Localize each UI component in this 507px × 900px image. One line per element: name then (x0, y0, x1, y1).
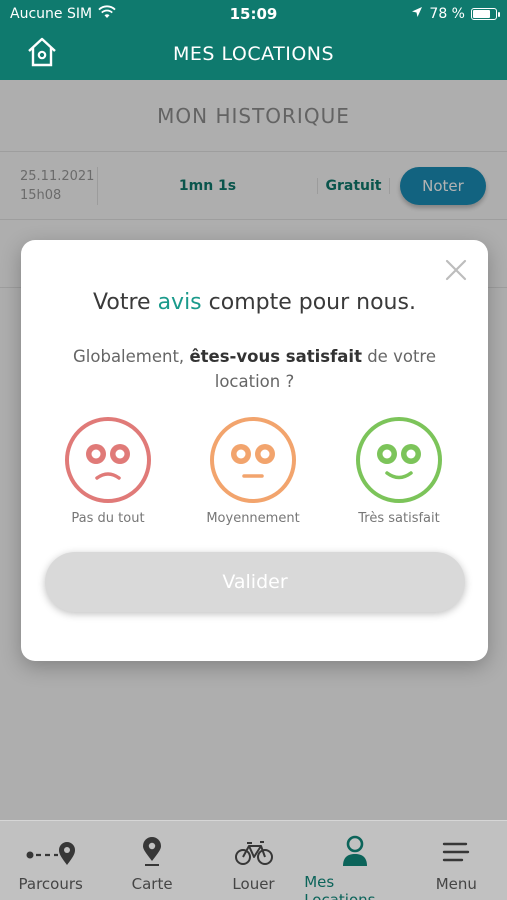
map-pin-icon (141, 835, 163, 869)
close-button[interactable] (442, 256, 470, 284)
dialog-title: Votre avis compte pour nous. (21, 290, 488, 315)
neutral-face-icon (210, 417, 296, 503)
menu-icon (442, 835, 470, 869)
rating-label-bad: Pas du tout (71, 511, 145, 526)
tab-label-parcours: Parcours (18, 875, 83, 893)
bike-icon (234, 835, 274, 869)
tab-label-menu: Menu (435, 875, 477, 893)
dialog-title-accent: avis (157, 290, 202, 315)
rating-option-good[interactable]: Très satisfait (339, 416, 459, 526)
battery-percent: 78 % (429, 6, 465, 22)
tab-label-louer: Louer (232, 875, 275, 893)
home-button[interactable] (22, 36, 62, 72)
rating-option-bad[interactable]: Pas du tout (48, 416, 168, 526)
tab-parcours[interactable]: Parcours (0, 821, 101, 900)
user-icon (342, 835, 368, 867)
tab-label-carte: Carte (131, 875, 173, 893)
dialog-title-prefix: Votre (93, 290, 158, 315)
rating-option-medium[interactable]: Moyennement (193, 416, 313, 526)
submit-button[interactable]: Valider (45, 552, 465, 612)
location-arrow-icon (411, 6, 423, 22)
wifi-icon (98, 5, 116, 23)
tab-menu[interactable]: Menu (406, 821, 507, 900)
home-icon (25, 36, 59, 72)
battery-icon (471, 8, 500, 20)
rating-label-good: Très satisfait (358, 511, 440, 526)
question-emphasis: êtes-vous satisfait (189, 347, 362, 366)
tab-louer[interactable]: Louer (203, 821, 304, 900)
tab-mes-locations[interactable]: Mes Locations (304, 821, 405, 900)
dialog-title-suffix: compte pour nous. (201, 290, 416, 315)
status-time: 15:09 (229, 5, 278, 23)
tab-label-mes-locations: Mes Locations (304, 873, 376, 900)
route-icon (25, 835, 77, 869)
rating-options: Pas du tout Moyennement Très satisfait (21, 416, 488, 526)
rating-label-medium: Moyennement (206, 511, 300, 526)
dialog-question: Globalement, êtes-vous satisfait de votr… (71, 344, 438, 394)
carrier-label: Aucune SIM (10, 6, 93, 22)
sad-face-icon (65, 417, 151, 503)
question-part-1: Globalement, (73, 347, 190, 366)
page-title: MES LOCATIONS (172, 43, 335, 65)
rating-dialog: Votre avis compte pour nous. Globalement… (21, 240, 488, 661)
bottom-tab-bar: Parcours Carte Louer Mes Locations Menu (0, 820, 507, 900)
status-bar: Aucune SIM 15:09 78 % (0, 0, 507, 28)
close-icon (445, 259, 467, 281)
tab-carte[interactable]: Carte (101, 821, 202, 900)
happy-face-icon (356, 417, 442, 503)
app-header: MES LOCATIONS (0, 28, 507, 80)
